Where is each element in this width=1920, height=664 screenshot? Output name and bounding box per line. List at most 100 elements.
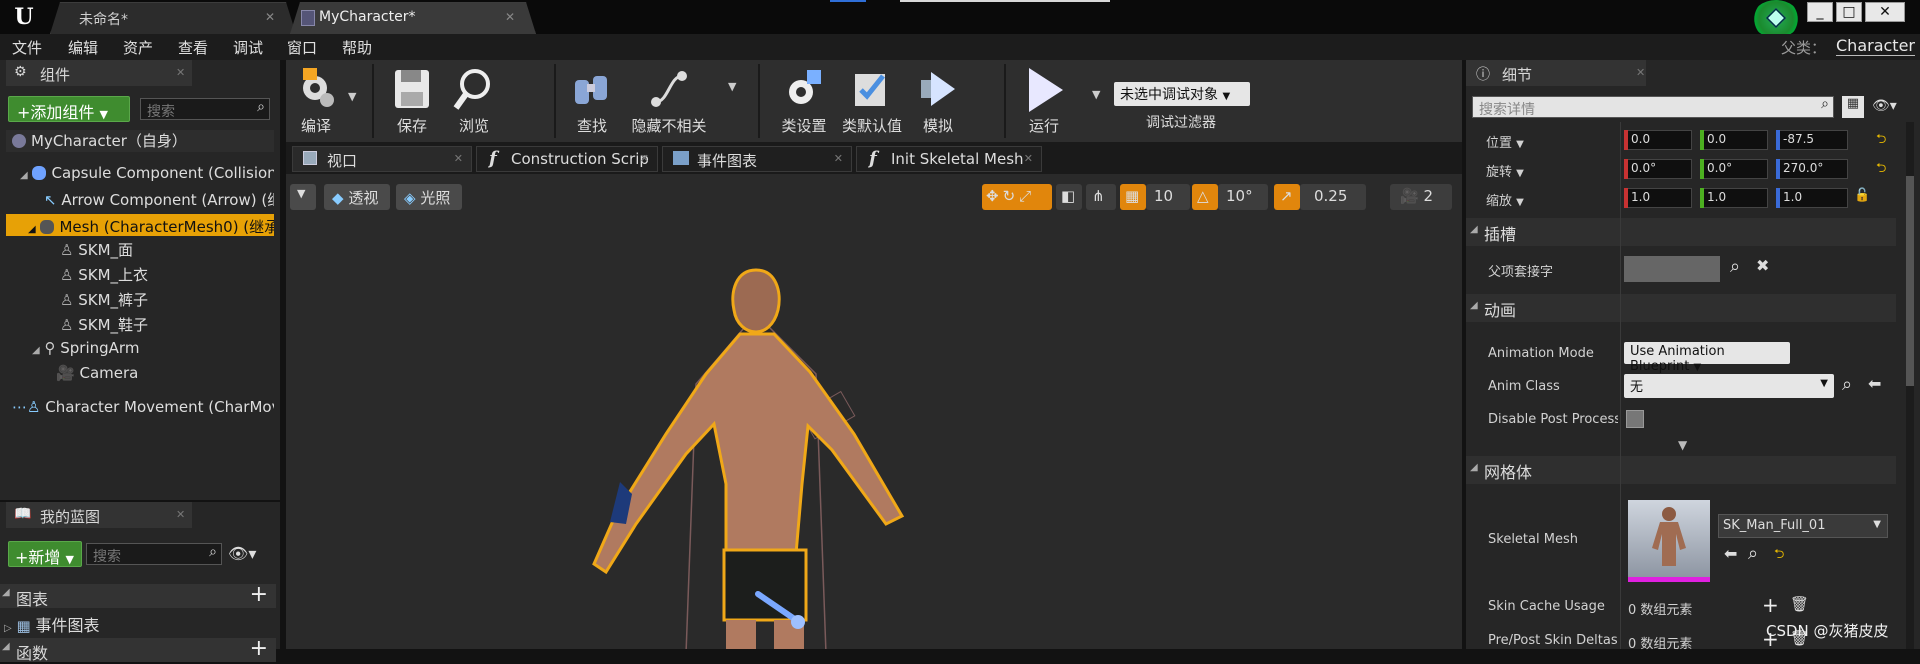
tree-item-skm-shoes[interactable]: ♙ SKM_鞋子 — [60, 314, 274, 334]
parent-socket-field[interactable] — [1624, 256, 1720, 282]
close-icon[interactable]: ✕ — [834, 152, 843, 165]
animation-mode-select[interactable]: Use Animation Blueprint ▼ — [1624, 342, 1790, 374]
tab-viewport[interactable]: 视口 ✕ — [292, 146, 472, 172]
add-component-button[interactable]: +添加组件 ▼ — [8, 96, 130, 122]
close-window-button[interactable]: ✕ — [1865, 2, 1905, 22]
tab-mycharacter[interactable]: MyCharacter* ✕ — [290, 2, 536, 34]
dropdown-arrow-icon[interactable]: ▼ — [1516, 197, 1524, 208]
close-icon[interactable]: ✕ — [454, 152, 463, 165]
menu-view[interactable]: 查看 — [178, 37, 208, 58]
skeletal-mesh-thumbnail[interactable] — [1628, 500, 1710, 582]
compile-options-arrow-icon[interactable]: ▼ — [348, 90, 356, 103]
section-functions[interactable]: ◢ 函数 + — [0, 636, 276, 663]
scale-y-input[interactable]: 1.0 — [1700, 188, 1768, 208]
tree-item-event-graph[interactable]: ▷ ▦ 事件图表 — [4, 612, 276, 634]
section-graphs[interactable]: ◢ 图表 + — [0, 582, 276, 609]
camera-speed-button[interactable]: 🎥 2 — [1390, 184, 1452, 210]
perspective-button[interactable]: ◆ 透视 — [324, 184, 390, 210]
scale-snap-toggle[interactable]: ↗ — [1274, 184, 1300, 210]
dropdown-arrow-icon[interactable]: ▼ — [1516, 139, 1524, 150]
scale-icon[interactable]: ⤢ — [1019, 187, 1035, 205]
close-icon[interactable]: ✕ — [1024, 152, 1033, 165]
debug-object-select[interactable]: 未选中调试对象 ▼ — [1114, 82, 1250, 106]
save-button[interactable]: 保存 — [382, 60, 442, 142]
clear-icon[interactable]: ✖ — [1756, 256, 1769, 275]
dropdown-arrow-icon[interactable]: ▼ — [1516, 168, 1524, 179]
rotation-x-input[interactable]: 0.0° — [1624, 159, 1692, 179]
add-graph-button[interactable]: + — [250, 582, 268, 607]
grid-snap-toggle[interactable]: ▦ — [1120, 184, 1146, 210]
class-settings-button[interactable]: 类设置 — [772, 60, 836, 142]
tree-item-character-movement[interactable]: ⋯♙ Character Movement (CharMove — [12, 398, 274, 418]
maximize-button[interactable]: □ — [1836, 2, 1862, 22]
location-x-input[interactable]: 0.0 — [1624, 130, 1692, 150]
tree-item-capsule[interactable]: ◢ Capsule Component (CollisionC — [20, 164, 274, 184]
reset-to-default-icon[interactable]: ⮌ — [1876, 130, 1886, 152]
location-y-input[interactable]: 0.0 — [1700, 130, 1768, 150]
blueprint-search-input[interactable]: 搜索 ⌕ — [86, 543, 222, 565]
skeletal-mesh-select[interactable]: SK_Man_Full_01 ▼ — [1718, 514, 1888, 538]
source-control-orb[interactable] — [1752, 0, 1800, 38]
tab-construction-script[interactable]: f Construction Scrip ✕ — [476, 146, 658, 172]
close-icon[interactable]: ✕ — [265, 10, 275, 24]
expand-icon[interactable]: ◢ — [28, 224, 36, 235]
section-mesh[interactable]: ◢ 网格体 — [1466, 456, 1896, 484]
class-defaults-button[interactable]: 类默认值 — [840, 60, 904, 142]
view-options-eye-icon[interactable]: 👁▾ — [228, 544, 256, 563]
tree-item-arrow[interactable]: ↖ Arrow Component (Arrow) (继承 — [44, 189, 274, 209]
menu-help[interactable]: 帮助 — [342, 37, 372, 58]
close-icon[interactable]: ✕ — [176, 508, 185, 521]
play-options-arrow-icon[interactable]: ▼ — [1092, 88, 1100, 101]
menu-window[interactable]: 窗口 — [287, 37, 317, 58]
rotation-snap-toggle[interactable]: △ — [1192, 184, 1218, 210]
component-search-input[interactable]: 搜索 ⌕ — [140, 98, 270, 120]
menu-debug[interactable]: 调试 — [233, 37, 263, 58]
close-icon[interactable]: ✕ — [505, 10, 515, 24]
rotation-y-input[interactable]: 0.0° — [1700, 159, 1768, 179]
tab-init-skeletal-mesh[interactable]: f Init Skeletal Mesh ✕ — [856, 146, 1042, 172]
close-icon[interactable]: ✕ — [1636, 66, 1645, 79]
play-button[interactable]: 运行 — [1014, 60, 1074, 142]
scrollbar-thumb[interactable] — [1906, 176, 1914, 386]
location-z-input[interactable]: -87.5 — [1776, 130, 1848, 150]
delete-trash-icon[interactable]: 🗑 — [1790, 595, 1809, 613]
tree-item-skm-pants[interactable]: ♙ SKM_裤子 — [60, 289, 274, 309]
tab-untitled[interactable]: 未命名* ✕ — [50, 2, 296, 34]
hide-unrelated-options-arrow-icon[interactable]: ▼ — [728, 80, 736, 93]
close-icon[interactable]: ✕ — [176, 66, 185, 79]
use-selected-arrow-icon[interactable]: ⬅ — [1724, 544, 1737, 563]
expand-icon[interactable]: ◢ — [32, 345, 40, 356]
minimize-button[interactable]: _ — [1807, 2, 1833, 22]
view-options-eye-icon[interactable]: 👁▾ — [1872, 98, 1897, 114]
property-matrix-button[interactable]: ▦ — [1842, 96, 1864, 118]
simulate-button[interactable]: 模拟 — [908, 60, 968, 142]
browse-button[interactable]: 浏览 — [444, 60, 504, 142]
lock-icon[interactable]: 🔓 — [1854, 188, 1870, 203]
expand-icon[interactable]: ◢ — [20, 170, 28, 181]
add-element-button[interactable]: + — [1762, 593, 1779, 617]
lighting-button[interactable]: ◈ 光照 — [396, 184, 462, 210]
reset-to-default-icon[interactable]: ⮌ — [1876, 159, 1886, 181]
search-icon[interactable]: ⌕ — [1842, 374, 1852, 395]
viewport-options-button[interactable]: ▼ — [290, 184, 316, 210]
menu-edit[interactable]: 编辑 — [68, 37, 98, 58]
world-local-toggle[interactable]: ◧ — [1056, 184, 1082, 210]
section-sockets[interactable]: ◢ 插槽 — [1466, 218, 1896, 246]
viewport[interactable]: ▼ ◆ 透视 ◈ 光照 ✥↻⤢ ◧ ⋔ ▦ 10 △ 10° ↗ 0.25 🎥 … — [286, 174, 1462, 649]
hide-unrelated-button[interactable]: 隐藏不相关 — [626, 60, 712, 142]
tree-item-springarm[interactable]: ◢ ⚲ SpringArm — [32, 339, 274, 359]
tree-item-camera[interactable]: 🎥 Camera — [56, 364, 274, 384]
tree-item-self[interactable]: MyCharacter（自身） — [6, 130, 274, 152]
tree-item-skm-face[interactable]: ♙ SKM_面 — [60, 239, 274, 259]
find-button[interactable]: 查找 — [562, 60, 622, 142]
rotation-z-input[interactable]: 270.0° — [1776, 159, 1848, 179]
expand-advanced-icon[interactable]: ▼ — [1678, 438, 1687, 452]
rotate-icon[interactable]: ↻ — [1003, 187, 1020, 205]
close-icon[interactable]: ✕ — [640, 152, 649, 165]
anim-class-select[interactable]: 无 ▼ — [1624, 374, 1834, 398]
tree-item-mesh[interactable]: ◢ Mesh (CharacterMesh0) (继承) — [6, 214, 274, 236]
menu-file[interactable]: 文件 — [12, 37, 42, 58]
scale-x-input[interactable]: 1.0 — [1624, 188, 1692, 208]
add-new-button[interactable]: +新增 ▼ — [8, 541, 82, 567]
transform-mode-group[interactable]: ✥↻⤢ — [982, 184, 1052, 210]
